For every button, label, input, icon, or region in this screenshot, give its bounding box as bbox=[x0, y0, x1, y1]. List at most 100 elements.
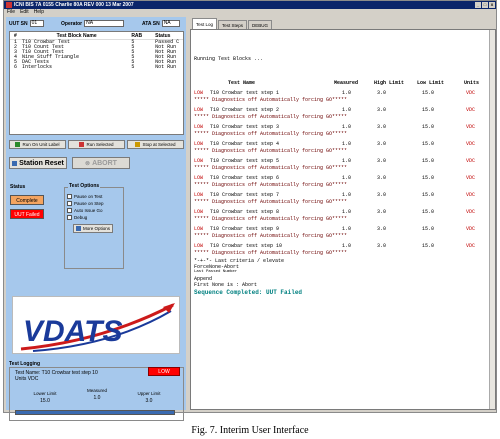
log-step-low: 15.0 bbox=[422, 141, 435, 147]
log-step-low: 15.0 bbox=[422, 124, 435, 130]
log-step-measured: 1.0 bbox=[342, 158, 352, 164]
option-label: Debug bbox=[74, 215, 88, 220]
log-step-measured: 1.0 bbox=[342, 107, 352, 113]
log-step-measured: 1.0 bbox=[342, 124, 352, 130]
left-panel: UUT SN 01 Operator NA ATA SN NA # Test B… bbox=[6, 17, 186, 421]
more-options-label: More Options bbox=[82, 226, 110, 231]
run-selected-button[interactable]: Run Selected bbox=[68, 140, 125, 149]
lower-limit-label: Lower Limit bbox=[33, 391, 57, 396]
title-bar: ICNI BIS 7A 0155 Charlie 80A REV 000 13 … bbox=[4, 1, 496, 9]
operator-row: Operator NA bbox=[61, 20, 125, 27]
uut-sn-row: UUT SN 01 bbox=[9, 20, 44, 27]
log-step-measured: 1.0 bbox=[342, 243, 352, 249]
log-step-res: LOW bbox=[194, 175, 204, 181]
test-options-title: Test Options bbox=[68, 183, 101, 189]
log-step-low: 15.0 bbox=[422, 209, 435, 215]
tab-debug[interactable]: DEBUG bbox=[248, 20, 273, 29]
maximize-button[interactable]: □ bbox=[482, 2, 488, 8]
ata-sn-row: ATA SN NA bbox=[142, 20, 180, 27]
station-reset-button[interactable]: Station Reset bbox=[9, 157, 67, 169]
run-selected-label: Run Selected bbox=[86, 142, 114, 147]
option-checkbox[interactable]: Auto Issue Go bbox=[67, 207, 121, 214]
col-num: # bbox=[14, 33, 17, 39]
menu-edit[interactable]: Edit bbox=[20, 9, 29, 16]
stop-selected-button[interactable]: Stop at Selected bbox=[127, 140, 184, 149]
uut-sn-field[interactable]: 01 bbox=[29, 20, 44, 27]
log-step-name: T10 Crowbar test step 7 bbox=[210, 192, 280, 198]
log-step-low: 15.0 bbox=[422, 243, 435, 249]
checkbox-icon[interactable] bbox=[67, 201, 72, 206]
ata-sn-field[interactable]: NA bbox=[161, 20, 180, 27]
close-button[interactable]: X bbox=[489, 2, 495, 8]
more-options-button[interactable]: More Options bbox=[73, 224, 113, 233]
log-scrollbar[interactable] bbox=[489, 30, 495, 409]
log-col-high: High Limit bbox=[374, 80, 405, 86]
log-step-res: LOW bbox=[194, 226, 204, 232]
option-checkbox[interactable]: Debug bbox=[67, 214, 121, 221]
status-failed-badge: UUT Failed bbox=[10, 209, 44, 219]
log-step-units: VDC bbox=[466, 141, 476, 147]
test-logging-units: Units VDC bbox=[15, 376, 39, 382]
log-step-name: T10 Crowbar test step 6 bbox=[210, 175, 280, 181]
log-step-res: LOW bbox=[194, 192, 204, 198]
checkbox-icon[interactable] bbox=[67, 194, 72, 199]
log-header-row: Test Name Measured High Limit Low Limit … bbox=[194, 80, 484, 86]
run-selected-icon bbox=[79, 142, 85, 147]
app-icon bbox=[6, 2, 12, 8]
list-item-num: 6 bbox=[14, 64, 18, 70]
run-unit-label: Run On Unit Label bbox=[22, 142, 60, 147]
window-title: ICNI BIS 7A 0155 Charlie 80A REV 000 13 … bbox=[14, 2, 134, 8]
test-logging-panel: Test Logging Test Name: T10 Crowbar test… bbox=[9, 361, 184, 421]
menu-help[interactable]: Help bbox=[34, 9, 44, 16]
list-item[interactable]: 6 Interlocks 5 Not Run bbox=[10, 65, 183, 70]
log-step-high: 3.0 bbox=[377, 175, 387, 181]
app-window: ICNI BIS 7A 0155 Charlie 80A REV 000 13 … bbox=[3, 0, 497, 421]
reset-icon bbox=[12, 160, 18, 166]
test-logging-result-badge: LOW bbox=[148, 367, 180, 376]
log-diagnostic-line: ***** Diagnostics off Automatically forc… bbox=[194, 165, 348, 171]
checkbox-icon[interactable] bbox=[67, 208, 72, 213]
running-text: Running Test Blocks ... bbox=[194, 56, 264, 62]
test-block-list[interactable]: # Test Block Name RAB Status 1 T10 Crowba… bbox=[9, 31, 184, 135]
log-step-low: 15.0 bbox=[422, 107, 435, 113]
log-tabs: Test Log Test Steps DEBUG bbox=[190, 17, 496, 29]
log-step-high: 3.0 bbox=[377, 243, 387, 249]
run-unit-button[interactable]: Run On Unit Label bbox=[9, 140, 66, 149]
log-col-units: Units bbox=[464, 80, 480, 86]
menu-file[interactable]: File bbox=[7, 9, 15, 16]
log-diagnostic-line: ***** Diagnostics off Automatically forc… bbox=[194, 114, 348, 120]
vdats-logo-graphic: VDATS bbox=[20, 303, 175, 352]
log-step-row: LOW T10 Crowbar test step 6 1.0 3.0 15.0 VDC bbox=[194, 175, 484, 181]
menu-bar: File Edit Help bbox=[4, 9, 496, 16]
log-step-res: LOW bbox=[194, 141, 204, 147]
log-step-low: 15.0 bbox=[422, 90, 435, 96]
log-step-name: T10 Crowbar test step 9 bbox=[210, 226, 280, 232]
upper-limit-label: Upper Limit bbox=[137, 391, 161, 396]
log-step-res: LOW bbox=[194, 209, 204, 215]
operator-field[interactable]: NA bbox=[84, 20, 125, 27]
test-log-pane[interactable]: Running Test Blocks ... Test Name Measur… bbox=[190, 29, 496, 410]
log-step-high: 3.0 bbox=[377, 158, 387, 164]
vdats-logo: VDATS bbox=[12, 296, 180, 354]
log-step-units: VDC bbox=[466, 192, 476, 198]
log-step-name: T10 Crowbar test step 2 bbox=[210, 107, 280, 113]
option-checkbox[interactable]: Pause on Step bbox=[67, 200, 121, 207]
checkbox-icon[interactable] bbox=[67, 215, 72, 220]
option-checkbox[interactable]: Pause on Test bbox=[67, 193, 121, 200]
minimize-button[interactable]: _ bbox=[475, 2, 481, 8]
log-tail-5: First None is : Abort bbox=[194, 282, 258, 288]
lower-limit-value: 15.0 bbox=[40, 398, 50, 404]
log-tail-3: Last Passed Number bbox=[194, 270, 238, 274]
abort-button[interactable]: ⊗ ABORT bbox=[72, 157, 130, 169]
test-progress-bar bbox=[15, 410, 175, 415]
run-icon bbox=[15, 142, 21, 147]
right-panel: Test Log Test Steps DEBUG Running Test B… bbox=[190, 17, 496, 410]
tab-test-steps[interactable]: Test Steps bbox=[218, 20, 248, 29]
log-step-row: LOW T10 Crowbar test step 9 1.0 3.0 15.0 VDC bbox=[194, 226, 484, 232]
stop-selected-label: Stop at Selected bbox=[142, 142, 176, 147]
log-step-high: 3.0 bbox=[377, 141, 387, 147]
log-step-high: 3.0 bbox=[377, 192, 387, 198]
log-step-row: LOW T10 Crowbar test step 1 1.0 3.0 15.0 VDC bbox=[194, 90, 484, 96]
tab-test-log[interactable]: Test Log bbox=[192, 18, 218, 29]
log-diagnostic-line: ***** Diagnostics off Automatically forc… bbox=[194, 216, 348, 222]
